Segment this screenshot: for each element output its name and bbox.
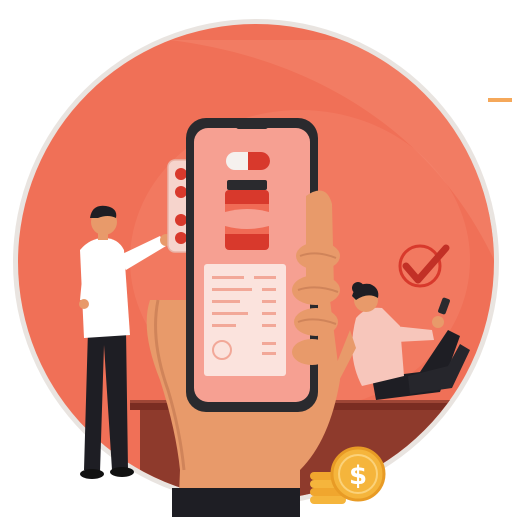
coin-symbol: $ xyxy=(349,461,367,491)
capsule-icon xyxy=(226,152,270,170)
medicine-bottle-icon xyxy=(225,180,269,250)
smartphone-icon xyxy=(186,118,318,412)
pharmacy-illustration: $ xyxy=(4,10,512,517)
accent-line xyxy=(488,98,512,102)
receipt-icon xyxy=(204,264,286,376)
